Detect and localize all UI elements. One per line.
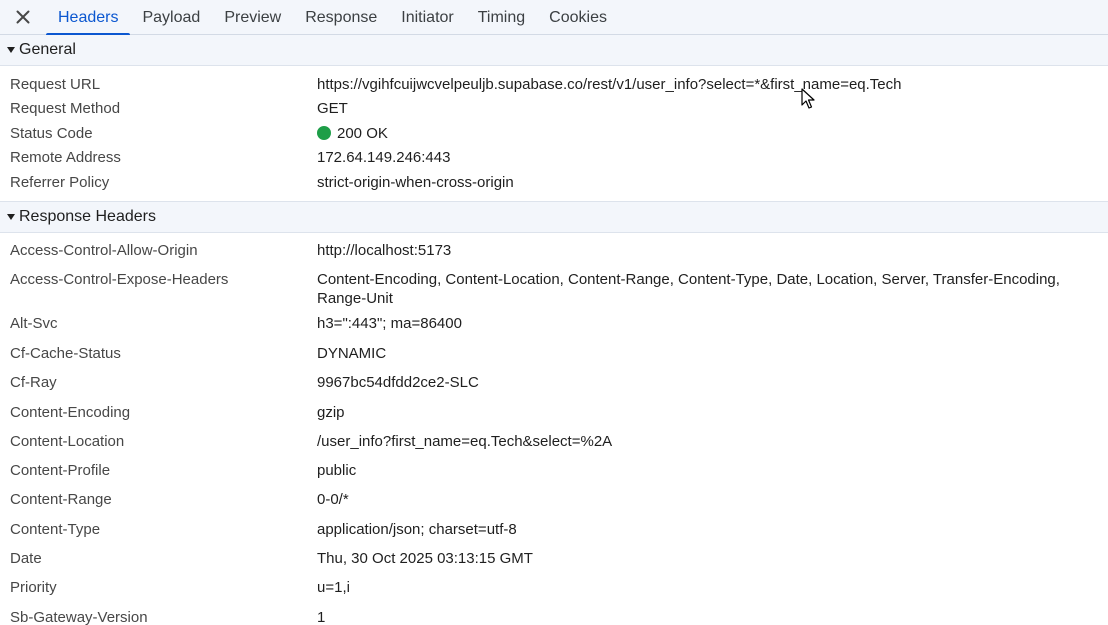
close-panel-button[interactable] bbox=[0, 0, 46, 34]
header-key: Access-Control-Allow-Origin bbox=[10, 241, 198, 259]
header-key: Remote Address bbox=[10, 149, 121, 167]
header-value[interactable]: 172.64.149.246:443 bbox=[307, 148, 1108, 167]
response-header-row: Priority u=1,i bbox=[0, 578, 1108, 607]
header-key: Cf-Cache-Status bbox=[10, 344, 121, 362]
response-headers-section-header[interactable]: Response Headers bbox=[0, 201, 1108, 233]
header-key: Priority bbox=[10, 579, 57, 597]
header-key: Status Code bbox=[10, 124, 93, 142]
header-value[interactable]: strict-origin-when-cross-origin bbox=[307, 173, 1108, 192]
header-value[interactable]: /user_info?first_name=eq.Tech&select=%2A bbox=[307, 432, 1108, 451]
header-key: Request URL bbox=[10, 76, 101, 93]
header-key: Content-Encoding bbox=[10, 403, 131, 421]
response-header-row: Access-Control-Allow-Origin http://local… bbox=[0, 241, 1108, 271]
general-row-status-code: Status Code 200 OK bbox=[0, 122, 1108, 146]
header-value[interactable]: 9967bc54dfdd2ce2-SLC bbox=[307, 373, 1108, 392]
header-key: Access-Control-Expose-Headers bbox=[10, 271, 229, 289]
header-key: Content-Range bbox=[10, 491, 112, 509]
header-value[interactable]: gzip bbox=[307, 403, 1108, 422]
general-section-body: Request URL https://vgihfcuijwcvelpeuljb… bbox=[0, 66, 1108, 202]
status-text: 200 OK bbox=[337, 124, 388, 142]
response-header-row: Cf-Ray 9967bc54dfdd2ce2-SLC bbox=[0, 373, 1108, 402]
header-key: Referrer Policy bbox=[10, 173, 110, 191]
response-header-row: Content-Encoding gzip bbox=[0, 403, 1108, 432]
header-value[interactable]: 1 bbox=[307, 608, 1108, 625]
response-header-row: Content-Profile public bbox=[0, 461, 1108, 490]
status-ok-icon bbox=[317, 125, 331, 140]
general-row-remote-address: Remote Address 172.64.149.246:443 bbox=[0, 146, 1108, 170]
general-row-request-url: Request URL https://vgihfcuijwcvelpeuljb… bbox=[0, 73, 1108, 97]
header-key: Sb-Gateway-Version bbox=[10, 608, 148, 625]
header-value[interactable]: Thu, 30 Oct 2025 03:13:15 GMT bbox=[307, 549, 1108, 568]
tab-headers[interactable]: Headers bbox=[46, 0, 131, 36]
close-icon bbox=[16, 10, 30, 24]
response-header-row: Content-Location /user_info?first_name=e… bbox=[0, 432, 1108, 461]
header-value[interactable]: GET bbox=[307, 99, 1108, 118]
tab-payload[interactable]: Payload bbox=[130, 0, 212, 35]
response-header-row: Sb-Gateway-Version 1 bbox=[0, 608, 1108, 625]
response-headers-title: Response Headers bbox=[19, 207, 156, 225]
tab-cookies[interactable]: Cookies bbox=[537, 0, 619, 35]
header-value[interactable]: 0-0/* bbox=[307, 490, 1108, 509]
header-key: Content-Type bbox=[10, 520, 101, 538]
headers-panel: General Request URL https://vgihfcuijwcv… bbox=[0, 35, 1108, 625]
header-key: Alt-Svc bbox=[10, 315, 58, 333]
header-value[interactable]: application/json; charset=utf-8 bbox=[307, 520, 1108, 539]
general-section-title: General bbox=[19, 41, 76, 58]
header-key: Request Method bbox=[10, 100, 121, 118]
response-headers-body: Access-Control-Allow-Origin http://local… bbox=[0, 233, 1108, 625]
triangle-down-icon bbox=[7, 47, 15, 53]
header-value[interactable]: public bbox=[307, 461, 1108, 480]
tab-response[interactable]: Response bbox=[293, 0, 389, 35]
header-value[interactable]: http://localhost:5173 bbox=[307, 241, 1108, 260]
response-header-row: Alt-Svc h3=":443"; ma=86400 bbox=[0, 314, 1108, 344]
header-value[interactable]: https://vgihfcuijwcvelpeuljb.supabase.co… bbox=[307, 75, 1108, 94]
status-value[interactable]: 200 OK bbox=[307, 124, 1108, 143]
response-header-row: Access-Control-Expose-Headers Content-En… bbox=[0, 270, 1108, 314]
general-section-header[interactable]: General bbox=[0, 35, 1108, 66]
header-key: Date bbox=[10, 550, 42, 568]
header-key: Content-Profile bbox=[10, 462, 111, 480]
tab-timing[interactable]: Timing bbox=[466, 0, 537, 35]
header-value[interactable]: h3=":443"; ma=86400 bbox=[307, 314, 1108, 333]
triangle-down-icon bbox=[7, 213, 15, 220]
general-row-referrer-policy: Referrer Policy strict-origin-when-cross… bbox=[0, 171, 1108, 195]
devtools-tab-bar: Headers Payload Preview Response Initiat… bbox=[0, 0, 1108, 36]
tab-initiator[interactable]: Initiator bbox=[389, 0, 465, 35]
header-key: Cf-Ray bbox=[10, 374, 57, 392]
tab-preview[interactable]: Preview bbox=[212, 0, 293, 35]
response-header-row: Content-Range 0-0/* bbox=[0, 490, 1108, 519]
response-header-row: Cf-Cache-Status DYNAMIC bbox=[0, 344, 1108, 373]
general-row-request-method: Request Method GET bbox=[0, 97, 1108, 121]
header-value[interactable]: Content-Encoding, Content-Location, Cont… bbox=[307, 270, 1108, 308]
header-value[interactable]: u=1,i bbox=[307, 578, 1108, 597]
header-key: Content-Location bbox=[10, 432, 125, 450]
response-header-row: Date Thu, 30 Oct 2025 03:13:15 GMT bbox=[0, 549, 1108, 578]
response-header-row: Content-Type application/json; charset=u… bbox=[0, 520, 1108, 549]
header-value[interactable]: DYNAMIC bbox=[307, 344, 1108, 363]
